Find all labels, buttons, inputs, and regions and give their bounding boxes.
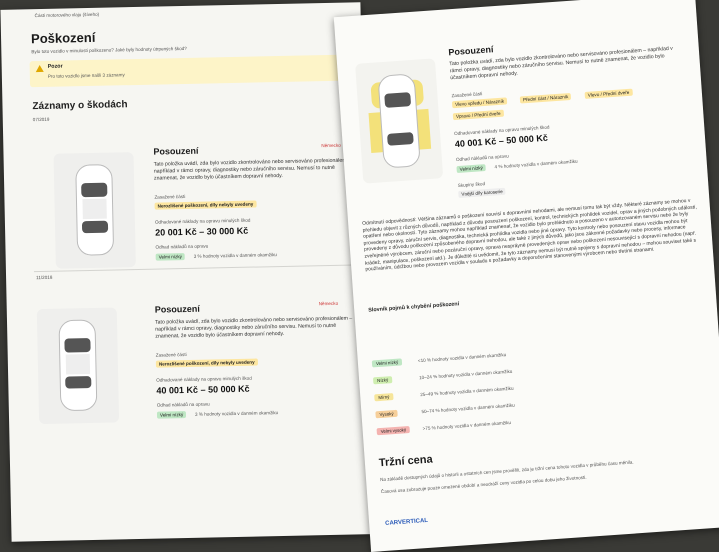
warning-box: Pozor Pro toto vozidlo jsme našli 3 zázn…: [29, 54, 356, 88]
parts-label-1: Zasažené části: [154, 193, 186, 200]
ratio-text-right: 4 % hodnoty vozidla v danném okamžiku: [494, 158, 578, 170]
legend-very-high: Velmi vysoký: [376, 425, 411, 436]
ratio-badge-right: Velmi nízký: [456, 164, 487, 174]
cost-value-2: 40 001 Kč – 50 000 Kč: [156, 383, 250, 396]
assess-text-2: Tato položka uvádí, zda bylo vozidlo zko…: [154, 315, 353, 340]
legend-low: Nízký: [372, 376, 393, 385]
warning-icon: [35, 64, 44, 73]
ratio-badge-2: Velmi nízký: [156, 411, 187, 419]
car-diagram-1: [53, 152, 136, 269]
cost-label-2: Odhadované náklady na opravu minulých šk…: [156, 375, 252, 383]
legend-very-low-text: <10 % hodnoty vozidla v danném okamžiku: [417, 352, 507, 364]
top-line: Části motorového vlaju (šíveho): [34, 11, 100, 19]
assess-title-right: Posouzení: [448, 44, 494, 58]
car-diagram-2: [36, 307, 120, 425]
warning-text: Pro toto vozidlo jsme našli 3 záznamy: [47, 72, 125, 79]
disclaimer-text: Odmítnutí odpovědnosti: Většina záznamů …: [362, 197, 698, 273]
country-flag-2: Německo: [318, 300, 339, 307]
part-tag-4: Vpravo / Přední dveře: [452, 109, 504, 121]
legend-title: Slovník pojmů k chybění poškození: [368, 301, 460, 314]
parts-value-1: Nerozlišené poškození, díly nebyly uvede…: [154, 200, 257, 210]
car-top-view-icon: [75, 164, 114, 256]
assess-text-1: Tato položka uvádí, zda bylo vozidlo zko…: [153, 157, 352, 182]
assess-title-2: Posouzení: [154, 303, 200, 315]
ratio-badge-1: Velmi nízký: [155, 253, 185, 261]
right-report-page: Posouzení Tato položka uvádí, zda bylo v…: [333, 0, 719, 552]
parts-label-2: Zasažené části: [155, 352, 187, 358]
parts-label-right: Zasažené části: [451, 91, 483, 99]
ratio-label-right: Odhad nákladů na opravu: [455, 153, 509, 163]
damage-title: Poškození: [30, 29, 96, 47]
group-label: Skupiny škod: [457, 181, 486, 189]
brand-logo: CARVERTICAL: [385, 517, 429, 527]
car-top-view-icon: [58, 319, 98, 411]
part-tag-2: Přední část / Nárazník: [519, 92, 572, 104]
ratio-text-1: 3 % hodnoty vozidla v danném okamžiku: [193, 252, 277, 259]
legend-high-text: 50–74 % hodnoty vozidla v danném okamžik…: [421, 402, 515, 415]
legend-moderate-text: 25–49 % hodnoty vozidla v danném okamžik…: [420, 385, 514, 398]
market-title: Tržní cena: [378, 453, 434, 470]
records-title: Záznamy o škodách: [32, 99, 128, 113]
assess-title-1: Posouzení: [153, 145, 199, 157]
ratio-label-1: Odhad nákladů na opravu: [155, 243, 209, 250]
legend-moderate: Mírný: [374, 393, 394, 402]
part-tag-1: Vlevo vpředu / Nárazník: [451, 97, 508, 109]
parts-value-2: Nerozlišené poškození, díly nebyly uvede…: [155, 358, 258, 368]
car-diagram-damaged: [355, 58, 444, 184]
part-tag-3: Vlevo / Přední dveře: [584, 88, 633, 99]
car-top-view-icon: [368, 74, 432, 168]
cost-value-1: 20 001 Kč – 30 000 Kč: [155, 225, 249, 238]
group-value: Vnější díly karoserie: [458, 187, 506, 199]
record-date-1: 07/2019: [32, 116, 50, 123]
legend-very-high-text: >75 % hodnoty vozidla v danném okamžiku: [422, 419, 512, 432]
damage-subtitle: Bylo toto vozidlo v minulosti poškozeno?…: [31, 45, 187, 55]
country-flag-1: Německo: [321, 142, 341, 149]
record-date-2: 11/2018: [36, 274, 53, 281]
ratio-label-2: Odhad nákladů na opravu: [156, 401, 210, 408]
legend-high: Vysoký: [375, 409, 398, 419]
left-report-page: Části motorového vlaju (šíveho) Poškozen…: [0, 2, 372, 542]
legend-low-text: 10–24 % hodnoty vozidla v danném okamžik…: [418, 368, 513, 381]
ratio-text-2: 3 % hodnoty vozidla v danném okamžiku: [194, 410, 279, 417]
cost-label-1: Odhadované náklady na opravu minulých šk…: [154, 217, 251, 225]
warning-title: Pozor: [47, 63, 63, 70]
legend-very-low: Velmi nízký: [371, 358, 403, 368]
